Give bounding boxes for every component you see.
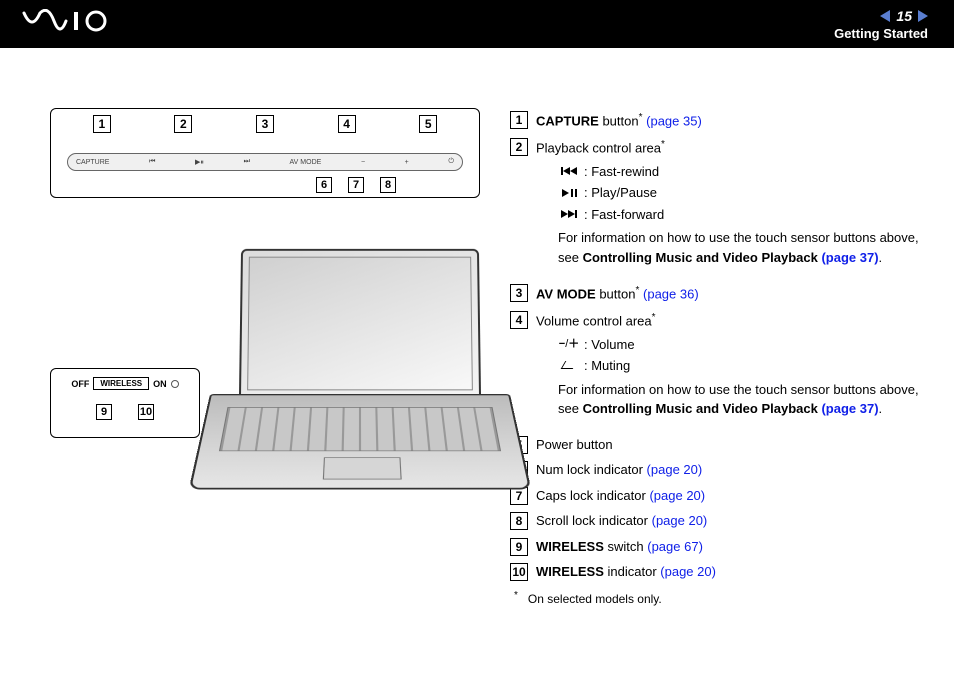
legend-item-2: 2 Playback control area* : Fast-rewind: P… <box>510 137 924 277</box>
page-link[interactable]: (page 20) <box>649 488 705 503</box>
callout-9: 9 <box>96 404 112 420</box>
legend-num: 4 <box>510 311 528 329</box>
legend-text: CAPTURE button* (page 35) <box>536 110 924 131</box>
legend-num: 9 <box>510 538 528 556</box>
next-page-icon[interactable] <box>918 10 928 22</box>
legend-item-9: 9 WIRELESS switch (page 67) <box>510 537 924 557</box>
legend-num: 1 <box>510 111 528 129</box>
legend-num: 3 <box>510 284 528 302</box>
page-link[interactable]: (page 20) <box>647 462 703 477</box>
legend-num: 8 <box>510 512 528 530</box>
legend-item-7: 7 Caps lock indicator (page 20) <box>510 486 924 506</box>
sub-item: −/＋: Volume <box>558 335 924 355</box>
content-area: 1 2 3 4 5 CAPTURE ⏮ ▶⏸ ⏭ AV MODE − + ⏻ 6… <box>0 48 954 628</box>
legend-num: 2 <box>510 138 528 156</box>
legend-item-10: 10 WIRELESS indicator (page 20) <box>510 562 924 582</box>
legend-note: For information on how to use the touch … <box>558 380 924 419</box>
page-link[interactable]: (page 35) <box>646 113 702 128</box>
sub-item: : Muting <box>558 356 924 376</box>
sub-item: : Fast-rewind <box>558 162 924 182</box>
mute-icon <box>558 358 580 375</box>
page-number: 15 <box>896 8 912 24</box>
strip-plus-icon: + <box>405 159 409 166</box>
legend-note: For information on how to use the touch … <box>558 228 924 267</box>
page-link[interactable]: (page 20) <box>660 564 716 579</box>
callout-8: 8 <box>380 177 396 193</box>
page-link[interactable]: (page 20) <box>652 513 708 528</box>
callout-1: 1 <box>93 115 111 133</box>
legend-item-6: 6Num lock indicator (page 20) <box>510 460 924 480</box>
wireless-switch-callout: OFF WIRELESS ON 9 10 <box>50 368 200 438</box>
forward-icon <box>558 206 580 223</box>
legend-list: 1 CAPTURE button* (page 35) 2 Playback cont… <box>510 108 924 608</box>
legend-item-8: 8 Scroll lock indicator (page 20) <box>510 511 924 531</box>
callout-2: 2 <box>174 115 192 133</box>
legend-text: Playback control area* : Fast-rewind: Pl… <box>536 137 924 277</box>
laptop-touchpad <box>323 457 402 479</box>
wireless-switch-chip: WIRELESS <box>93 377 149 390</box>
strip-playpause-icon: ▶⏸ <box>195 158 204 167</box>
callout-3: 3 <box>256 115 274 133</box>
legend-item-3: 3 AV MODE button* (page 36) <box>510 283 924 304</box>
callout-4: 4 <box>338 115 356 133</box>
page-header: 15 Getting Started <box>0 0 954 48</box>
page-link[interactable]: (page 36) <box>643 286 699 301</box>
control-strip: CAPTURE ⏮ ▶⏸ ⏭ AV MODE − + ⏻ <box>67 153 463 171</box>
laptop-screen <box>239 249 481 399</box>
rewind-icon <box>558 163 580 180</box>
strip-forward-icon: ⏭ <box>244 158 250 166</box>
callout-7: 7 <box>348 177 364 193</box>
page-nav: 15 <box>834 8 928 24</box>
page-link[interactable]: (page 37) <box>821 250 878 265</box>
legend-text: Power button <box>536 435 924 455</box>
legend-text: WIRELESS indicator (page 20) <box>536 562 924 582</box>
strip-rewind-icon: ⏮ <box>149 158 155 166</box>
legend-text: Caps lock indicator (page 20) <box>536 486 924 506</box>
diagram-panel: 1 2 3 4 5 CAPTURE ⏮ ▶⏸ ⏭ AV MODE − + ⏻ 6… <box>50 108 480 608</box>
vaio-logo <box>22 9 112 40</box>
volpm-icon: −/＋ <box>558 336 580 353</box>
laptop-base <box>189 394 532 489</box>
legend-text: Volume control area* −/＋: Volume: Muting… <box>536 310 924 429</box>
legend-text: WIRELESS switch (page 67) <box>536 537 924 557</box>
legend-text: Scroll lock indicator (page 20) <box>536 511 924 531</box>
switch-on-label: ON <box>153 379 167 389</box>
legend-item-5: 5Power button <box>510 435 924 455</box>
laptop-illustration <box>210 248 510 578</box>
laptop-keyboard <box>219 407 501 451</box>
strip-minus-icon: − <box>361 159 365 166</box>
sub-item: : Fast-forward <box>558 205 924 225</box>
callout-5: 5 <box>419 115 437 133</box>
wireless-indicator-dot <box>171 380 179 388</box>
control-strip-callout: 1 2 3 4 5 CAPTURE ⏮ ▶⏸ ⏭ AV MODE − + ⏻ 6… <box>50 108 480 198</box>
legend-text: Num lock indicator (page 20) <box>536 460 924 480</box>
strip-avmode: AV MODE <box>290 159 322 166</box>
legend-item-4: 4 Volume control area* −/＋: Volume: Mutin… <box>510 310 924 429</box>
page-link[interactable]: (page 67) <box>647 539 703 554</box>
playpause-icon <box>558 185 580 202</box>
section-title: Getting Started <box>834 26 928 41</box>
legend-item-1: 1 CAPTURE button* (page 35) <box>510 110 924 131</box>
strip-capture: CAPTURE <box>76 159 109 166</box>
footnote: *On selected models only. <box>514 588 924 608</box>
callout-10: 10 <box>138 404 154 420</box>
legend-num: 7 <box>510 487 528 505</box>
strip-power-icon: ⏻ <box>448 158 454 166</box>
prev-page-icon[interactable] <box>880 10 890 22</box>
legend-text: AV MODE button* (page 36) <box>536 283 924 304</box>
switch-off-label: OFF <box>71 379 89 389</box>
callout-6: 6 <box>316 177 332 193</box>
page-link[interactable]: (page 37) <box>821 401 878 416</box>
legend-num: 10 <box>510 563 528 581</box>
header-right: 15 Getting Started <box>834 8 928 41</box>
sub-item: : Play/Pause <box>558 183 924 203</box>
